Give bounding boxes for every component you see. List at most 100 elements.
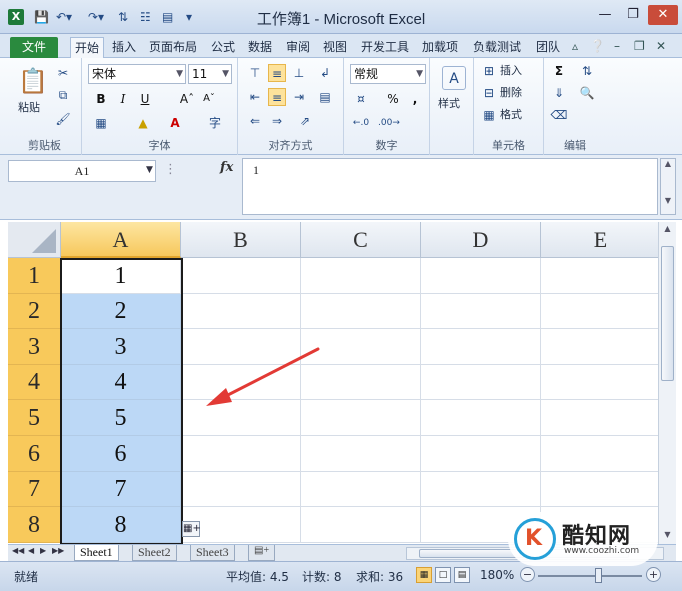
cell-d1[interactable] [421, 258, 541, 294]
merge-center-icon[interactable]: ▤ [316, 88, 334, 106]
tab-page-layout[interactable]: 页面布局 [145, 37, 201, 58]
zoom-out-icon[interactable]: − [520, 567, 535, 582]
auto-fill-options-icon[interactable]: ▦+ [182, 521, 201, 537]
doc-minimize-icon[interactable]: – [614, 39, 620, 53]
insert-sheet-icon[interactable]: ▤+ [248, 545, 276, 561]
prev-sheet-icon[interactable]: ◀ [28, 546, 34, 555]
find-select-icon[interactable]: 🔍 [578, 84, 596, 102]
italic-button[interactable]: I [114, 90, 132, 108]
cell-b5[interactable] [181, 400, 301, 436]
font-size-select[interactable]: 11 ▼ [188, 64, 232, 84]
cell-a7[interactable]: 7 [61, 472, 181, 507]
doc-close-icon[interactable]: ✕ [656, 39, 666, 53]
row-header-7[interactable]: 7 [8, 472, 61, 507]
scroll-down-icon[interactable]: ▼ [659, 528, 676, 542]
cell-b1[interactable] [181, 258, 301, 294]
underline-button[interactable]: U [136, 90, 154, 108]
column-header-d[interactable]: D [421, 222, 541, 258]
cell-b6[interactable] [181, 436, 301, 472]
shrink-font-icon[interactable]: Aˇ [200, 90, 218, 108]
zoom-slider-handle[interactable] [595, 568, 602, 583]
cell-e5[interactable] [541, 400, 658, 436]
sheet-tab-sheet3[interactable]: Sheet3 [190, 545, 235, 561]
sort-icon[interactable]: ⇅ [118, 9, 128, 25]
minimize-icon[interactable]: — [592, 5, 618, 25]
align-top-icon[interactable]: ⊤ [246, 64, 264, 82]
row-header-6[interactable]: 6 [8, 436, 61, 472]
tab-addins[interactable]: 加载项 [418, 37, 462, 58]
maximize-icon[interactable]: ❐ [620, 5, 646, 25]
cell-b2[interactable] [181, 294, 301, 329]
sheet-tab-sheet2[interactable]: Sheet2 [132, 545, 177, 561]
cell-d7[interactable] [421, 472, 541, 507]
cell-d2[interactable] [421, 294, 541, 329]
fill-icon[interactable]: ⇓ [550, 84, 568, 102]
tab-insert[interactable]: 插入 [108, 37, 140, 58]
paste-icon[interactable]: 📋 [18, 66, 48, 96]
page-layout-view-icon[interactable]: □ [435, 567, 451, 583]
increase-indent-icon[interactable]: ⇒ [268, 112, 286, 130]
tab-view[interactable]: 视图 [319, 37, 351, 58]
number-format-select[interactable]: 常规 ▼ [350, 64, 426, 84]
row-header-3[interactable]: 3 [8, 329, 61, 365]
scroll-up-icon[interactable]: ▲ [659, 222, 676, 236]
cell-d4[interactable] [421, 365, 541, 400]
cell-e7[interactable] [541, 472, 658, 507]
page-break-view-icon[interactable]: ▤ [454, 567, 470, 583]
redo-icon[interactable]: ↷▾ [88, 9, 104, 25]
tab-load-test[interactable]: 负载测试 [469, 37, 525, 58]
delete-cells-icon[interactable]: ⊟ [480, 84, 498, 102]
cell-c8[interactable] [301, 507, 421, 543]
align-bottom-icon[interactable]: ⊥ [290, 64, 308, 82]
bold-button[interactable]: B [92, 90, 110, 108]
cell-e6[interactable] [541, 436, 658, 472]
autosum-icon[interactable]: Σ [550, 62, 568, 80]
normal-view-icon[interactable]: ▦ [416, 567, 432, 583]
expand-handle-icon[interactable]: ⋮ [164, 162, 177, 177]
tab-team[interactable]: 团队 [532, 37, 564, 58]
row-header-1[interactable]: 1 [8, 258, 61, 294]
align-middle-icon[interactable]: ≡ [268, 64, 286, 82]
formula-bar-scroll[interactable]: ▲ ▼ [660, 158, 676, 215]
help-icon[interactable]: ❔ [590, 39, 605, 53]
insert-cells-icon[interactable]: ⊞ [480, 62, 498, 80]
cell-c5[interactable] [301, 400, 421, 436]
excel-app-icon[interactable]: X [8, 9, 24, 25]
tab-file[interactable]: 文件 [10, 37, 59, 58]
doc-restore-icon[interactable]: ❐ [634, 39, 645, 53]
align-center-icon[interactable]: ≡ [268, 88, 286, 106]
name-box-chevron-down-icon[interactable]: ▼ [146, 165, 153, 175]
save-icon[interactable]: 💾 [34, 9, 49, 25]
cell-a4[interactable]: 4 [61, 365, 181, 400]
styles-icon[interactable]: A [442, 66, 466, 90]
column-header-a[interactable]: A [61, 222, 181, 258]
cut-icon[interactable]: ✂ [54, 64, 72, 82]
insert-cells-button[interactable]: 插入 [500, 63, 522, 79]
cell-a8[interactable]: 8 [61, 507, 181, 543]
cell-d3[interactable] [421, 329, 541, 365]
align-left-icon[interactable]: ⇤ [246, 88, 264, 106]
paste-button[interactable]: 粘贴 [18, 100, 40, 116]
cell-a1[interactable]: 1 [61, 258, 181, 294]
cell-c1[interactable] [301, 258, 421, 294]
copy-icon[interactable]: ⧉ [54, 86, 72, 104]
cell-e2[interactable] [541, 294, 658, 329]
column-header-c[interactable]: C [301, 222, 421, 258]
cell-d5[interactable] [421, 400, 541, 436]
cell-b7[interactable] [181, 472, 301, 507]
vertical-scroll-thumb[interactable] [661, 246, 674, 381]
name-box[interactable]: A1 [8, 160, 156, 182]
cell-d6[interactable] [421, 436, 541, 472]
cell-c6[interactable] [301, 436, 421, 472]
row-header-2[interactable]: 2 [8, 294, 61, 329]
tab-review[interactable]: 审阅 [282, 37, 314, 58]
tab-data[interactable]: 数据 [244, 37, 276, 58]
zoom-slider-track[interactable] [538, 575, 642, 577]
row-header-8[interactable]: 8 [8, 507, 61, 543]
last-sheet-icon[interactable]: ▶▶ [52, 546, 64, 555]
row-header-5[interactable]: 5 [8, 400, 61, 436]
customize-qat-icon[interactable]: ▾ [186, 9, 192, 25]
cell-b4[interactable] [181, 365, 301, 400]
align-right-icon[interactable]: ⇥ [290, 88, 308, 106]
select-all-corner[interactable] [8, 222, 61, 258]
